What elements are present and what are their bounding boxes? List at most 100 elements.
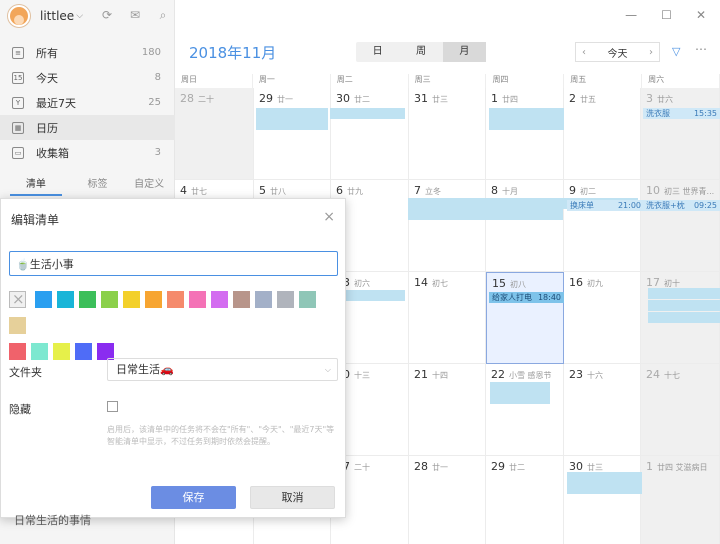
calendar-event[interactable]	[567, 472, 642, 483]
calendar-event[interactable]	[490, 393, 550, 404]
hidden-checkbox[interactable]	[107, 401, 118, 412]
calendar-event[interactable]	[490, 382, 550, 393]
calendar-event[interactable]	[489, 119, 564, 130]
color-swatch[interactable]	[100, 291, 118, 308]
color-swatch[interactable]	[188, 291, 206, 308]
event-laundry-pillow[interactable]: 洗衣服+枕 09:25	[643, 200, 720, 211]
color-swatch[interactable]	[166, 291, 184, 308]
search-icon[interactable]: ⌕	[156, 8, 170, 23]
calendar-day[interactable]: 8 十月	[486, 180, 564, 272]
sidebar-item-calendar[interactable]: ▦ 日历	[0, 115, 175, 140]
color-swatch[interactable]	[75, 343, 92, 360]
sidebar-item-week[interactable]: Y 最近7天 25	[0, 90, 175, 115]
day-number: 24	[646, 368, 660, 381]
tab-custom[interactable]: 自定义	[123, 176, 175, 196]
calendar-event[interactable]	[489, 108, 564, 119]
weekday-label: 周三	[409, 74, 487, 88]
today-button[interactable]: 今天	[608, 45, 628, 60]
calendar-day[interactable]: 21 十四	[409, 364, 486, 456]
calendar-day[interactable]: 28 二十	[175, 88, 254, 180]
tab-lists[interactable]: 清单	[10, 176, 62, 196]
calendar-event[interactable]	[648, 288, 720, 299]
calendar-day[interactable]: 30 廿二	[331, 88, 409, 180]
view-switcher: 日 周 月	[356, 42, 486, 62]
calendar-event[interactable]	[567, 483, 642, 494]
sync-icon[interactable]: ⟳	[100, 8, 114, 23]
calendar-day[interactable]: 23 十六	[564, 364, 641, 456]
color-swatch[interactable]	[210, 291, 228, 308]
close-icon[interactable]: ✕	[696, 8, 706, 22]
color-swatch[interactable]	[56, 291, 74, 308]
more-icon[interactable]: ⋯	[695, 42, 707, 56]
inbox-icon: ▭	[12, 146, 24, 159]
lunar-label: 十六	[587, 371, 603, 380]
view-month[interactable]: 月	[442, 42, 486, 62]
calendar-day[interactable]: 1 廿四 艾滋病日	[641, 456, 720, 544]
day-number: 1	[646, 460, 653, 473]
close-icon[interactable]: ×	[323, 209, 335, 225]
lunar-label: 廿七	[191, 187, 207, 196]
minimize-icon[interactable]: —	[625, 8, 637, 22]
calendar-day[interactable]: 22 小雪 感恩节	[486, 364, 564, 456]
save-button[interactable]: 保存	[151, 486, 236, 509]
chevron-right-icon[interactable]: ›	[649, 47, 653, 58]
color-swatch[interactable]	[9, 317, 26, 334]
calendar-event[interactable]	[330, 108, 405, 119]
lunar-label: 初七	[432, 279, 448, 288]
color-swatch[interactable]	[78, 291, 96, 308]
lunar-label: 廿一	[432, 463, 448, 472]
list-name-input[interactable]	[9, 251, 338, 276]
no-color-swatch[interactable]	[9, 290, 26, 308]
lunar-label: 初三 世界青...	[664, 187, 715, 196]
color-swatch[interactable]	[122, 291, 140, 308]
sidebar-item-today[interactable]: 15 今天 8	[0, 65, 175, 90]
view-week[interactable]: 周	[399, 42, 442, 62]
color-swatch[interactable]	[232, 291, 250, 308]
color-swatch[interactable]	[31, 343, 48, 360]
calendar-day[interactable]: 30 廿三	[564, 456, 641, 544]
calendar-event[interactable]	[256, 119, 328, 130]
calendar-day[interactable]: 24 十七	[641, 364, 720, 456]
tab-tags[interactable]: 标签	[72, 176, 124, 196]
calendar-day[interactable]: 7 立冬	[409, 180, 486, 272]
sidebar-item-inbox[interactable]: ▭ 收集箱 3	[0, 140, 175, 165]
color-swatch[interactable]	[9, 343, 26, 360]
calendar-event[interactable]	[256, 108, 328, 119]
calendar-day[interactable]: 29 廿二	[486, 456, 564, 544]
color-swatch[interactable]	[298, 291, 316, 308]
color-swatch[interactable]	[53, 343, 70, 360]
maximize-icon[interactable]: ☐	[661, 8, 672, 22]
color-swatch[interactable]	[276, 291, 294, 308]
color-swatch[interactable]	[254, 291, 272, 308]
sidebar-list-item[interactable]: 日常生活的事情	[14, 512, 91, 528]
calendar-event[interactable]	[408, 209, 563, 220]
sidebar-item-all[interactable]: ≡ 所有 180	[0, 40, 175, 65]
view-day[interactable]: 日	[356, 42, 399, 62]
calendar-day[interactable]: 28 廿一	[409, 456, 486, 544]
folder-select[interactable]: 日常生活🚗 ⌵	[107, 358, 338, 381]
color-swatch[interactable]	[144, 291, 162, 308]
calendar-day[interactable]: 1 廿四	[486, 88, 564, 180]
calendar-event[interactable]	[648, 300, 720, 311]
calendar-day[interactable]: 15 初八	[486, 272, 564, 364]
lunar-label: 廿一	[277, 95, 293, 104]
calendar-day[interactable]: 3 廿六	[641, 88, 720, 180]
mail-icon[interactable]: ✉	[128, 8, 142, 23]
calendar-day[interactable]: 14 初七	[409, 272, 486, 364]
calendar-day[interactable]: 31 廿三	[409, 88, 486, 180]
event-change-sheets[interactable]: 换床单 21:00	[567, 200, 644, 211]
calendar-day[interactable]: 29 廿一	[254, 88, 331, 180]
calendar-day[interactable]: 10 初三 世界青...	[641, 180, 720, 272]
chevron-left-icon[interactable]: ‹	[582, 47, 586, 58]
color-swatch[interactable]	[34, 291, 52, 308]
calendar-day[interactable]: 2 廿五	[564, 88, 641, 180]
calendar-event[interactable]	[648, 312, 720, 323]
calendar-day[interactable]: 9 初二	[564, 180, 641, 272]
calendar-day[interactable]: 16 初九	[564, 272, 641, 364]
cancel-button[interactable]: 取消	[250, 486, 335, 509]
event-call-family[interactable]: 给家人打电 18:40	[489, 292, 564, 303]
event-laundry[interactable]: 洗衣服 15:35	[643, 108, 720, 119]
lunar-label: 廿八	[270, 187, 286, 196]
filter-icon[interactable]: ▽	[672, 45, 680, 58]
user-menu[interactable]: littlee ⌵	[8, 4, 83, 28]
